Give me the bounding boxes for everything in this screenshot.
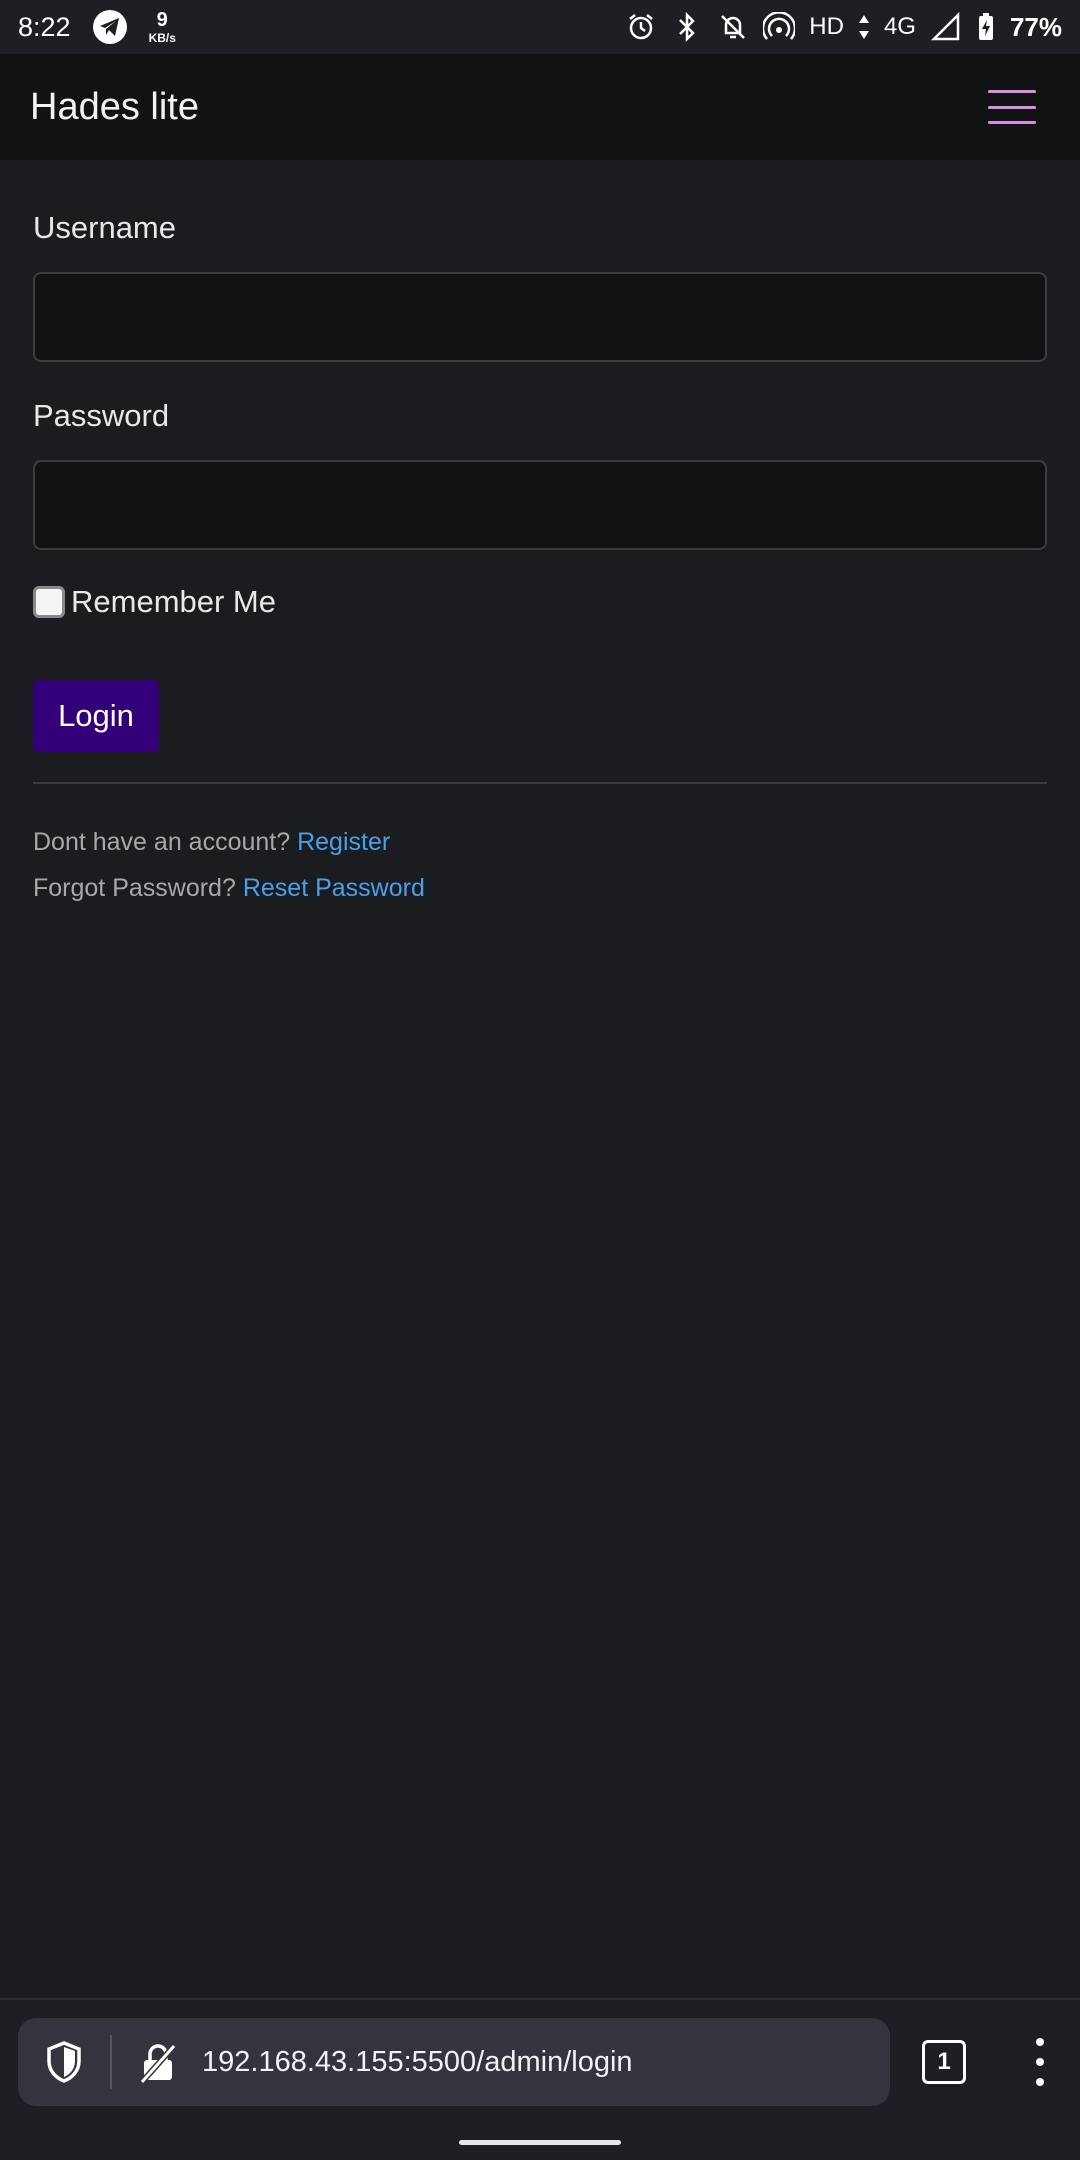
- signal-icon: [930, 11, 962, 43]
- reset-password-link[interactable]: Reset Password: [243, 874, 425, 902]
- status-time: 8:22: [18, 11, 71, 42]
- register-link[interactable]: Register: [297, 828, 390, 856]
- hd-indicator: HD: [809, 13, 844, 40]
- insecure-lock-icon[interactable]: [138, 2040, 178, 2084]
- reset-line: Forgot Password? Reset Password: [33, 874, 1047, 904]
- alarm-icon: [625, 11, 657, 43]
- shield-icon[interactable]: [44, 2040, 84, 2084]
- hotspot-icon: [763, 11, 796, 43]
- browser-toolbar: 192.168.43.155:5500/admin/login 1: [0, 1998, 1080, 2160]
- address-separator: [110, 2035, 112, 2089]
- username-label: Username: [33, 210, 176, 245]
- register-prompt: Dont have an account?: [33, 828, 291, 856]
- login-form: Username Password Remember Me Login Dont…: [33, 160, 1047, 904]
- telegram-icon: [92, 10, 127, 44]
- menu-toggle-icon[interactable]: [988, 90, 1036, 124]
- battery-percent: 77%: [1009, 11, 1062, 42]
- url-text[interactable]: 192.168.43.155:5500/admin/login: [202, 2046, 633, 2079]
- divider: [33, 782, 1047, 784]
- username-input[interactable]: [33, 272, 1047, 362]
- tabs-button[interactable]: 1: [922, 2040, 966, 2084]
- password-label: Password: [33, 398, 170, 433]
- battery-charging-icon: [976, 11, 996, 43]
- brand-title[interactable]: Hades lite: [30, 86, 199, 129]
- net-speed: 9 KB/s: [148, 9, 176, 45]
- login-button[interactable]: Login: [33, 680, 159, 752]
- home-indicator[interactable]: [459, 2140, 621, 2145]
- data-arrows-icon: [858, 11, 870, 43]
- navbar: Hades lite: [0, 54, 1080, 160]
- remember-me-checkbox[interactable]: [33, 586, 65, 618]
- network-type: 4G: [883, 13, 916, 40]
- forgot-prompt: Forgot Password?: [33, 874, 236, 902]
- password-input[interactable]: [33, 460, 1047, 550]
- remember-me-label[interactable]: Remember Me: [71, 584, 276, 620]
- overflow-menu-icon[interactable]: [1028, 2038, 1052, 2086]
- status-bar: 8:22 9 KB/s HD 4G 77%: [0, 0, 1080, 54]
- bluetooth-icon: [671, 11, 703, 43]
- register-line: Dont have an account? Register: [33, 828, 1047, 858]
- notifications-off-icon: [717, 11, 749, 43]
- remember-me-row: Remember Me: [33, 584, 1047, 620]
- address-bar[interactable]: 192.168.43.155:5500/admin/login: [18, 2018, 890, 2106]
